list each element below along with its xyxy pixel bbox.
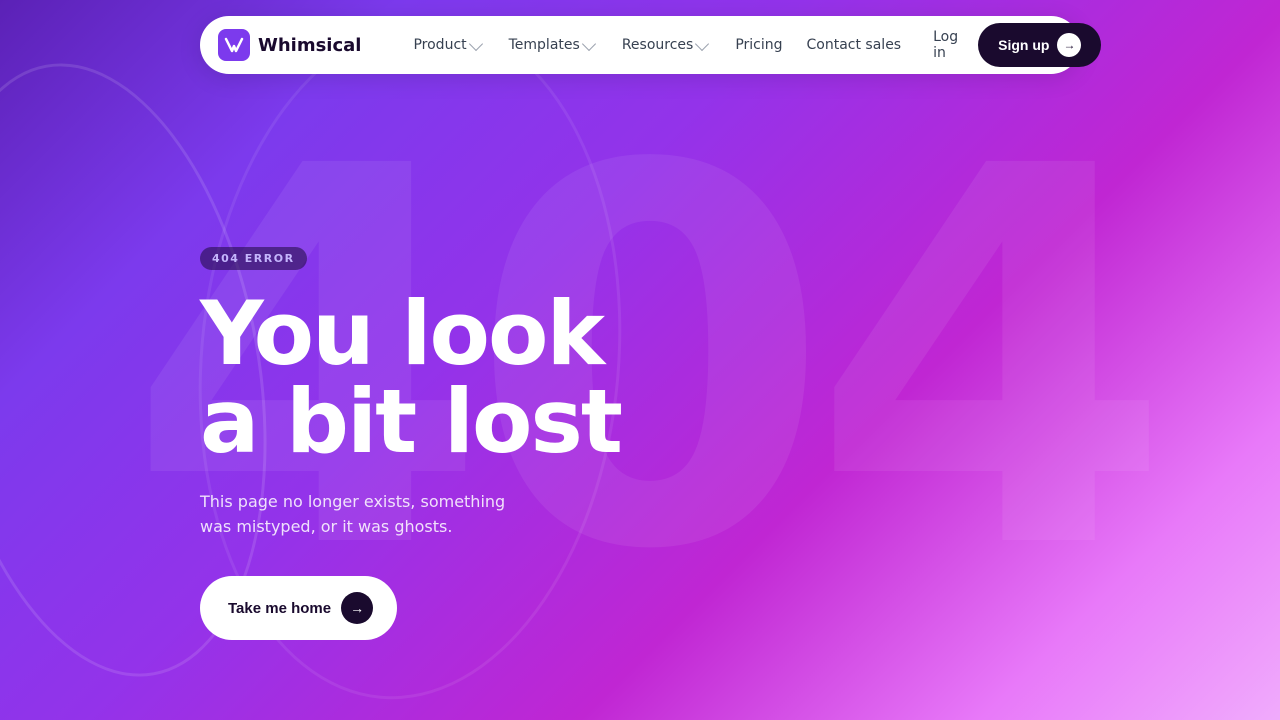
error-badge: 404 ERROR <box>200 247 307 270</box>
hero-headline: You look a bit lost <box>200 290 621 466</box>
login-link[interactable]: Log in <box>921 21 970 69</box>
take-me-home-button[interactable]: Take me home → <box>200 576 397 640</box>
product-chevron-icon <box>469 37 483 51</box>
navbar: Whimsical Product Templates Resources Pr… <box>200 16 1080 74</box>
templates-chevron-icon <box>582 37 596 51</box>
cta-arrow-icon: → <box>341 592 373 624</box>
nav-pricing[interactable]: Pricing <box>723 29 794 61</box>
signup-arrow-icon <box>1057 33 1081 57</box>
signup-button[interactable]: Sign up <box>978 23 1101 67</box>
logo-link[interactable]: Whimsical <box>218 29 361 61</box>
contact-sales-link[interactable]: Contact sales <box>795 29 914 61</box>
hero-content: 404 ERROR You look a bit lost This page … <box>200 247 621 640</box>
resources-chevron-icon <box>695 37 709 51</box>
nav-links: Product Templates Resources Pricing <box>401 29 794 61</box>
nav-resources[interactable]: Resources <box>610 29 720 61</box>
nav-templates[interactable]: Templates <box>497 29 606 61</box>
nav-product[interactable]: Product <box>401 29 492 61</box>
nav-right: Contact sales Log in Sign up <box>795 21 1102 69</box>
whimsical-logo-icon <box>218 29 250 61</box>
logo-text: Whimsical <box>258 35 361 56</box>
hero-subtext: This page no longer exists, something wa… <box>200 490 530 540</box>
